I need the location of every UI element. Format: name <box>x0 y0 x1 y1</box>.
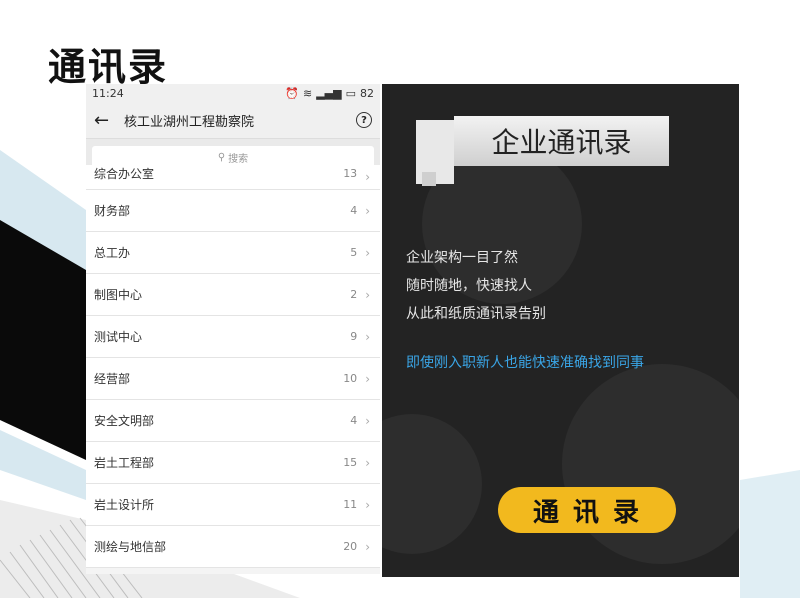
status-time: 11:24 <box>92 86 124 100</box>
promo-line: 从此和纸质通讯录告别 <box>406 306 546 322</box>
chevron-right-icon: › <box>365 329 370 344</box>
promo-panel: 企业通讯录 企业架构一目了然 随时随地，快速找人 从此和纸质通讯录告别 即使刚入… <box>382 84 739 577</box>
list-item[interactable]: 综合办公室 13 › <box>86 165 380 190</box>
back-arrow-icon[interactable]: ← <box>94 110 120 131</box>
promo-line: 企业架构一目了然 <box>406 250 518 266</box>
chevron-right-icon: › <box>365 497 370 512</box>
promo-heading: 企业通讯录 <box>454 116 669 166</box>
wifi-icon: ≋ <box>302 86 313 100</box>
chevron-right-icon: › <box>365 455 370 470</box>
nav-title: 核工业湖州工程勘察院 <box>124 114 255 130</box>
battery-icon: ▭ <box>345 86 356 100</box>
member-count: 13 <box>343 166 358 180</box>
department-list: 综合办公室 13 › 财务部 4 › 总工办 5 › 制图中心 2 › 测试中心… <box>86 165 380 568</box>
department-name: 财务部 <box>94 204 131 218</box>
department-name: 安全文明部 <box>94 414 155 428</box>
member-count: 15 <box>343 456 358 469</box>
chevron-right-icon: › <box>365 245 370 260</box>
help-icon[interactable]: ? <box>356 112 372 128</box>
chevron-right-icon: › <box>365 371 370 386</box>
list-item[interactable]: 制图中心 2 › <box>86 274 380 316</box>
chevron-right-icon: › <box>365 203 370 218</box>
list-item[interactable]: 安全文明部 4 › <box>86 400 380 442</box>
department-name: 总工办 <box>94 246 131 260</box>
member-count: 20 <box>343 540 358 553</box>
member-count: 9 <box>350 330 358 343</box>
member-count: 10 <box>343 372 358 385</box>
search-placeholder: 搜索 <box>228 153 249 165</box>
promo-line: 随时随地，快速找人 <box>406 278 532 294</box>
department-name: 经营部 <box>94 372 131 386</box>
slide-title: 通讯录 <box>48 44 169 89</box>
promo-lines: 企业架构一目了然 随时随地，快速找人 从此和纸质通讯录告别 <box>406 244 546 328</box>
list-item[interactable]: 总工办 5 › <box>86 232 380 274</box>
member-count: 2 <box>350 288 358 301</box>
status-bar: 11:24 ⏰ ≋ ▂▄▆ ▭ 82 <box>86 84 380 102</box>
member-count: 5 <box>350 246 358 259</box>
alarm-icon: ⏰ <box>285 86 299 100</box>
decorative-fold <box>422 172 436 186</box>
department-name: 测绘与地信部 <box>94 540 167 554</box>
battery-level: 82 <box>360 86 374 100</box>
chevron-right-icon: › <box>365 413 370 428</box>
list-item[interactable]: 岩土工程部 15 › <box>86 442 380 484</box>
signal-icon: ▂▄▆ <box>316 86 342 100</box>
chevron-right-icon: › <box>365 539 370 554</box>
search-icon: ⚲ <box>217 151 226 163</box>
department-name: 制图中心 <box>94 288 143 302</box>
chevron-right-icon: › <box>365 287 370 302</box>
member-count: 4 <box>350 204 358 217</box>
decorative-blob <box>382 414 482 554</box>
department-name: 综合办公室 <box>94 166 155 181</box>
list-item[interactable]: 测试中心 9 › <box>86 316 380 358</box>
chevron-right-icon: › <box>365 170 370 184</box>
list-item[interactable]: 经营部 10 › <box>86 358 380 400</box>
list-item[interactable]: 岩土设计所 11 › <box>86 484 380 526</box>
decorative-blob <box>562 364 739 564</box>
list-item[interactable]: 测绘与地信部 20 › <box>86 526 380 568</box>
contacts-pill-button[interactable]: 通讯录 <box>498 487 676 533</box>
list-item[interactable]: 财务部 4 › <box>86 190 380 232</box>
member-count: 11 <box>343 498 358 511</box>
promo-accent-line: 即使刚入职新人也能快速准确找到同事 <box>406 355 644 371</box>
nav-bar: ← 核工业湖州工程勘察院 ? <box>86 102 380 139</box>
department-name: 岩土工程部 <box>94 456 155 470</box>
phone-screenshot: 11:24 ⏰ ≋ ▂▄▆ ▭ 82 ← 核工业湖州工程勘察院 ? ⚲ 搜索 综… <box>86 84 380 574</box>
department-name: 测试中心 <box>94 330 143 344</box>
member-count: 4 <box>350 414 358 427</box>
department-name: 岩土设计所 <box>94 498 155 512</box>
